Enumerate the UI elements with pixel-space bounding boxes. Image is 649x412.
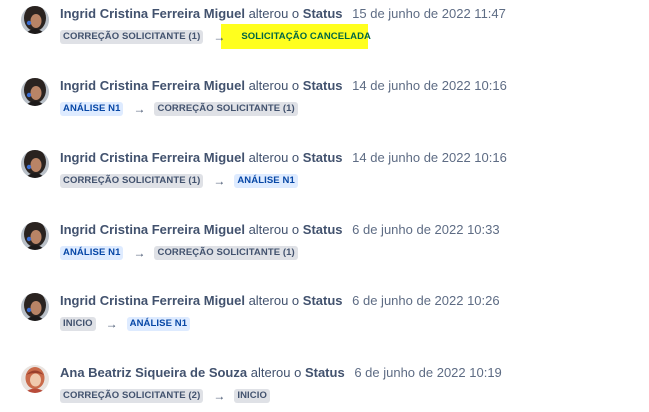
avatar[interactable]	[21, 6, 49, 34]
arrow-right-icon: →	[133, 246, 146, 260]
action-verb: alterou o	[248, 293, 300, 308]
status-transition: CORREÇÃO SOLICITANTE (1) → ANÁLISE N1	[60, 173, 298, 189]
history-entry: Ingrid Cristina Ferreira Miguel alterou …	[0, 77, 649, 137]
change-date: 6 de junho de 2022 10:19	[354, 365, 502, 380]
history-header: Ingrid Cristina Ferreira Miguel alterou …	[60, 5, 506, 23]
user-avatar-icon	[21, 150, 49, 178]
author-name[interactable]: Ingrid Cristina Ferreira Miguel	[60, 6, 245, 21]
change-date: 15 de junho de 2022 11:47	[352, 6, 506, 21]
user-avatar-icon	[21, 222, 49, 250]
changed-field: Status	[302, 150, 343, 165]
status-history-list: Ingrid Cristina Ferreira Miguel alterou …	[0, 0, 649, 412]
change-date: 14 de junho de 2022 10:16	[352, 78, 507, 93]
user-avatar-icon	[21, 78, 49, 106]
history-header: Ingrid Cristina Ferreira Miguel alterou …	[60, 221, 500, 239]
changed-field: Status	[302, 6, 343, 21]
status-to-lozenge: INICIO	[234, 389, 270, 403]
change-date: 14 de junho de 2022 10:16	[352, 150, 507, 165]
status-to-lozenge: CORREÇÃO SOLICITANTE (1)	[154, 102, 298, 116]
status-from-lozenge: CORREÇÃO SOLICITANTE (2)	[60, 389, 204, 403]
avatar[interactable]	[21, 222, 49, 250]
change-date: 6 de junho de 2022 10:26	[352, 293, 500, 308]
author-name[interactable]: Ana Beatriz Siqueira de Souza	[60, 365, 247, 380]
status-from-lozenge: CORREÇÃO SOLICITANTE (1)	[60, 30, 204, 44]
history-entry: Ingrid Cristina Ferreira Miguel alterou …	[0, 221, 649, 281]
author-name[interactable]: Ingrid Cristina Ferreira Miguel	[60, 78, 245, 93]
status-to-lozenge: ANÁLISE N1	[234, 174, 298, 188]
history-header: Ana Beatriz Siqueira de Souza alterou o …	[60, 364, 502, 382]
action-verb: alterou o	[248, 6, 300, 21]
action-verb: alterou o	[248, 150, 300, 165]
user-avatar-icon	[21, 293, 49, 321]
user-avatar-icon	[21, 365, 49, 393]
status-transition: CORREÇÃO SOLICITANTE (2) → INICIO	[60, 388, 270, 404]
avatar[interactable]	[21, 78, 49, 106]
history-header: Ingrid Cristina Ferreira Miguel alterou …	[60, 292, 500, 310]
changed-field: Status	[302, 222, 343, 237]
arrow-right-icon: →	[213, 174, 226, 188]
user-avatar-icon	[21, 6, 49, 34]
changed-field: Status	[302, 78, 343, 93]
changed-field: Status	[304, 365, 345, 380]
action-verb: alterou o	[250, 365, 302, 380]
avatar[interactable]	[21, 365, 49, 393]
author-name[interactable]: Ingrid Cristina Ferreira Miguel	[60, 222, 245, 237]
status-transition: ANÁLISE N1 → CORREÇÃO SOLICITANTE (1)	[60, 245, 298, 261]
status-transition: ANÁLISE N1 → CORREÇÃO SOLICITANTE (1)	[60, 101, 298, 117]
status-transition: INICIO → ANÁLISE N1	[60, 316, 191, 332]
arrow-right-icon: →	[105, 317, 118, 331]
status-to-lozenge: ANÁLISE N1	[126, 317, 191, 331]
status-to-lozenge: CORREÇÃO SOLICITANTE (1)	[154, 246, 298, 260]
history-entry: Ingrid Cristina Ferreira Miguel alterou …	[0, 292, 649, 352]
arrow-right-icon: →	[213, 389, 226, 403]
avatar[interactable]	[21, 293, 49, 321]
change-date: 6 de junho de 2022 10:33	[352, 222, 500, 237]
action-verb: alterou o	[248, 78, 300, 93]
history-header: Ingrid Cristina Ferreira Miguel alterou …	[60, 149, 507, 167]
status-to-lozenge: SOLICITAÇÃO CANCELADA	[241, 31, 371, 42]
arrow-right-icon: →	[133, 102, 146, 116]
arrow-right-icon: →	[213, 30, 226, 44]
status-from-lozenge: CORREÇÃO SOLICITANTE (1)	[60, 174, 204, 188]
author-name[interactable]: Ingrid Cristina Ferreira Miguel	[60, 293, 245, 308]
avatar[interactable]	[21, 150, 49, 178]
status-from-lozenge: INICIO	[60, 317, 96, 331]
history-entry: Ingrid Cristina Ferreira Miguel alterou …	[0, 5, 649, 65]
history-header: Ingrid Cristina Ferreira Miguel alterou …	[60, 77, 507, 95]
author-name[interactable]: Ingrid Cristina Ferreira Miguel	[60, 150, 245, 165]
history-entry: Ingrid Cristina Ferreira Miguel alterou …	[0, 149, 649, 209]
status-from-lozenge: ANÁLISE N1	[60, 246, 124, 260]
status-transition: CORREÇÃO SOLICITANTE (1) → SOLICITAÇÃO C…	[60, 29, 374, 45]
changed-field: Status	[302, 293, 343, 308]
action-verb: alterou o	[248, 222, 300, 237]
status-from-lozenge: ANÁLISE N1	[60, 102, 124, 116]
history-entry: Ana Beatriz Siqueira de Souza alterou o …	[0, 364, 649, 412]
